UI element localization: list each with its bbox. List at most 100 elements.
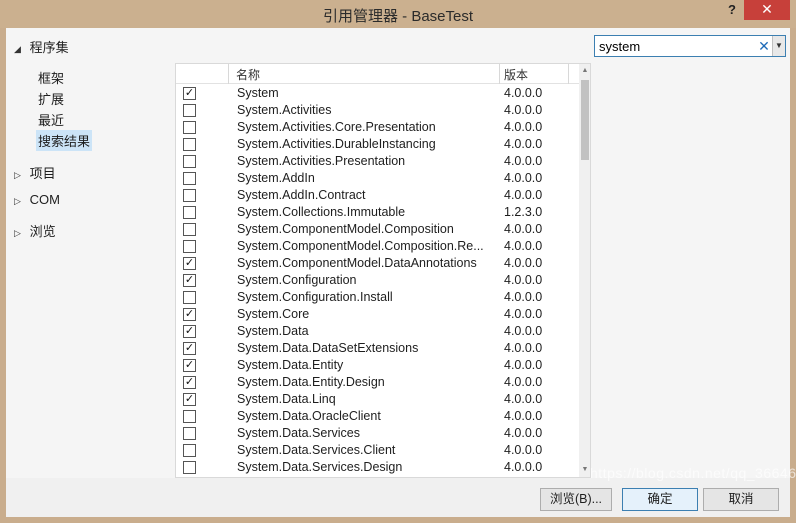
assembly-version: 4.0.0.0 — [504, 188, 543, 202]
row-checkbox[interactable]: ✓ — [183, 359, 196, 372]
list-row[interactable]: ✓ System.Data.Linq 4.0.0.0 — [176, 391, 579, 408]
assembly-name: System.Data — [237, 324, 309, 338]
search-dropdown-button[interactable]: ▼ — [772, 36, 785, 56]
button-bar: 浏览(B)... 确定 取消 — [6, 478, 790, 517]
row-checkbox[interactable] — [183, 155, 196, 168]
nav-group-projects[interactable]: ▷ 项目 — [14, 163, 56, 182]
list-row[interactable]: ✓ System.Data 4.0.0.0 — [176, 323, 579, 340]
list-row[interactable]: ✓ System.Data.Entity.Design 4.0.0.0 — [176, 374, 579, 391]
clear-search-icon[interactable]: ✕ — [757, 37, 771, 55]
row-checkbox[interactable]: ✓ — [183, 376, 196, 389]
window-title: 引用管理器 - BaseTest — [322, 8, 474, 25]
list-row[interactable]: System.ComponentModel.Composition.Re... 4… — [176, 238, 579, 255]
assembly-version: 4.0.0.0 — [504, 358, 543, 372]
scroll-up-arrow-icon[interactable]: ▲ — [579, 64, 590, 78]
row-checkbox[interactable]: ✓ — [183, 308, 196, 321]
row-checkbox[interactable] — [183, 461, 196, 474]
scrollbar-thumb[interactable] — [581, 80, 589, 160]
row-checkbox[interactable]: ✓ — [183, 274, 196, 287]
close-button[interactable]: ✕ — [744, 0, 790, 20]
list-row[interactable]: System.Activities.DurableInstancing 4.0.0… — [176, 136, 579, 153]
list-row[interactable]: ✓ System.Data.DataSetExtensions 4.0.0.0 — [176, 340, 579, 357]
assembly-list: 名称 版本 ✓ System 4.0.0.0 System.Activities 4.0… — [175, 63, 591, 478]
row-checkbox[interactable] — [183, 121, 196, 134]
assembly-version: 4.0.0.0 — [504, 460, 543, 474]
assembly-name: System.ComponentModel.DataAnnotations — [237, 256, 477, 270]
row-checkbox[interactable] — [183, 444, 196, 457]
nav-item-framework[interactable]: 框架 — [36, 67, 66, 88]
assembly-name: System.Activities.DurableInstancing — [237, 137, 436, 151]
title-bar[interactable]: 引用管理器 - BaseTest ? ✕ — [0, 0, 796, 28]
list-row[interactable]: System.Data.OracleClient 4.0.0.0 — [176, 408, 579, 425]
row-checkbox[interactable]: ✓ — [183, 342, 196, 355]
assembly-version: 4.0.0.0 — [504, 103, 543, 117]
list-row[interactable]: System.Collections.Immutable 1.2.3.0 — [176, 204, 579, 221]
scroll-down-arrow-icon[interactable]: ▼ — [579, 463, 590, 477]
assembly-version: 4.0.0.0 — [504, 426, 543, 440]
assembly-version: 4.0.0.0 — [504, 443, 543, 457]
row-checkbox[interactable] — [183, 104, 196, 117]
assembly-name: System.Data.Entity.Design — [237, 375, 385, 389]
row-checkbox[interactable]: ✓ — [183, 393, 196, 406]
assembly-name: System — [237, 86, 279, 100]
column-divider[interactable] — [228, 64, 229, 84]
row-checkbox[interactable]: ✓ — [183, 87, 196, 100]
column-header-version[interactable]: 版本 — [504, 66, 528, 83]
assembly-version: 4.0.0.0 — [504, 273, 543, 287]
column-divider[interactable] — [568, 64, 569, 84]
list-row[interactable]: System.Activities.Presentation 4.0.0.0 — [176, 153, 579, 170]
list-row[interactable]: System.Configuration.Install 4.0.0.0 — [176, 289, 579, 306]
row-checkbox[interactable] — [183, 206, 196, 219]
row-checkbox[interactable] — [183, 172, 196, 185]
row-checkbox[interactable] — [183, 240, 196, 253]
nav-item-search-results[interactable]: 搜索结果 — [36, 130, 93, 151]
row-checkbox[interactable] — [183, 223, 196, 236]
list-row[interactable]: ✓ System 4.0.0.0 — [176, 85, 579, 102]
list-row[interactable]: System.Activities.Core.Presentation 4.0.0… — [176, 119, 579, 136]
assembly-version: 4.0.0.0 — [504, 239, 543, 253]
list-row[interactable]: System.AddIn 4.0.0.0 — [176, 170, 579, 187]
row-checkbox[interactable] — [183, 291, 196, 304]
assembly-version: 4.0.0.0 — [504, 171, 543, 185]
help-button[interactable]: ? — [722, 2, 742, 20]
list-row[interactable]: System.ComponentModel.Composition 4.0.0.0 — [176, 221, 579, 238]
dialog-body: ◢ 程序集 框架 扩展 最近 搜索结果 ▷ 项目 ▷ COM ▷ 浏览 ✕ — [6, 28, 790, 517]
row-checkbox[interactable] — [183, 410, 196, 423]
nav-group-com[interactable]: ▷ COM — [14, 192, 60, 207]
browse-button[interactable]: 浏览(B)... — [540, 488, 612, 511]
assembly-name: System.ComponentModel.Composition — [237, 222, 454, 236]
nav-group-browse[interactable]: ▷ 浏览 — [14, 221, 56, 240]
cancel-button[interactable]: 取消 — [703, 488, 779, 511]
list-row[interactable]: ✓ System.Data.Entity 4.0.0.0 — [176, 357, 579, 374]
list-row[interactable]: System.Data.Services.Design 4.0.0.0 — [176, 459, 579, 476]
search-input[interactable] — [599, 38, 749, 54]
list-row[interactable]: ✓ System.ComponentModel.DataAnnotations 4.… — [176, 255, 579, 272]
list-row[interactable]: ✓ System.Configuration 4.0.0.0 — [176, 272, 579, 289]
row-checkbox[interactable] — [183, 138, 196, 151]
nav-item-extensions[interactable]: 扩展 — [36, 88, 66, 109]
assembly-name: System.Data.Services — [237, 426, 360, 440]
nav-group-assemblies[interactable]: ◢ 程序集 — [14, 37, 69, 56]
ok-button[interactable]: 确定 — [622, 488, 698, 511]
assembly-name: System.Data.Services.Client — [237, 443, 396, 457]
row-checkbox[interactable]: ✓ — [183, 325, 196, 338]
column-header-name[interactable]: 名称 — [236, 66, 260, 83]
assembly-name: System.AddIn — [237, 171, 315, 185]
list-row[interactable]: System.Data.Services.Client 4.0.0.0 — [176, 442, 579, 459]
assembly-name: System.Configuration — [237, 273, 357, 287]
row-checkbox[interactable] — [183, 189, 196, 202]
assembly-name: System.Core — [237, 307, 310, 321]
list-row[interactable]: System.AddIn.Contract 4.0.0.0 — [176, 187, 579, 204]
list-row[interactable]: ✓ System.Core 4.0.0.0 — [176, 306, 579, 323]
list-row[interactable]: System.Activities 4.0.0.0 — [176, 102, 579, 119]
column-divider[interactable] — [499, 64, 500, 84]
vertical-scrollbar[interactable]: ▲ ▼ — [579, 64, 590, 477]
assembly-name: System.AddIn.Contract — [237, 188, 366, 202]
row-checkbox[interactable] — [183, 427, 196, 440]
list-row[interactable]: System.Data.Services 4.0.0.0 — [176, 425, 579, 442]
assembly-version: 4.0.0.0 — [504, 324, 543, 338]
nav-item-recent[interactable]: 最近 — [36, 109, 66, 130]
row-checkbox[interactable]: ✓ — [183, 257, 196, 270]
assembly-name: System.Activities — [237, 103, 332, 117]
nav-group-label: 项目 — [29, 166, 56, 181]
